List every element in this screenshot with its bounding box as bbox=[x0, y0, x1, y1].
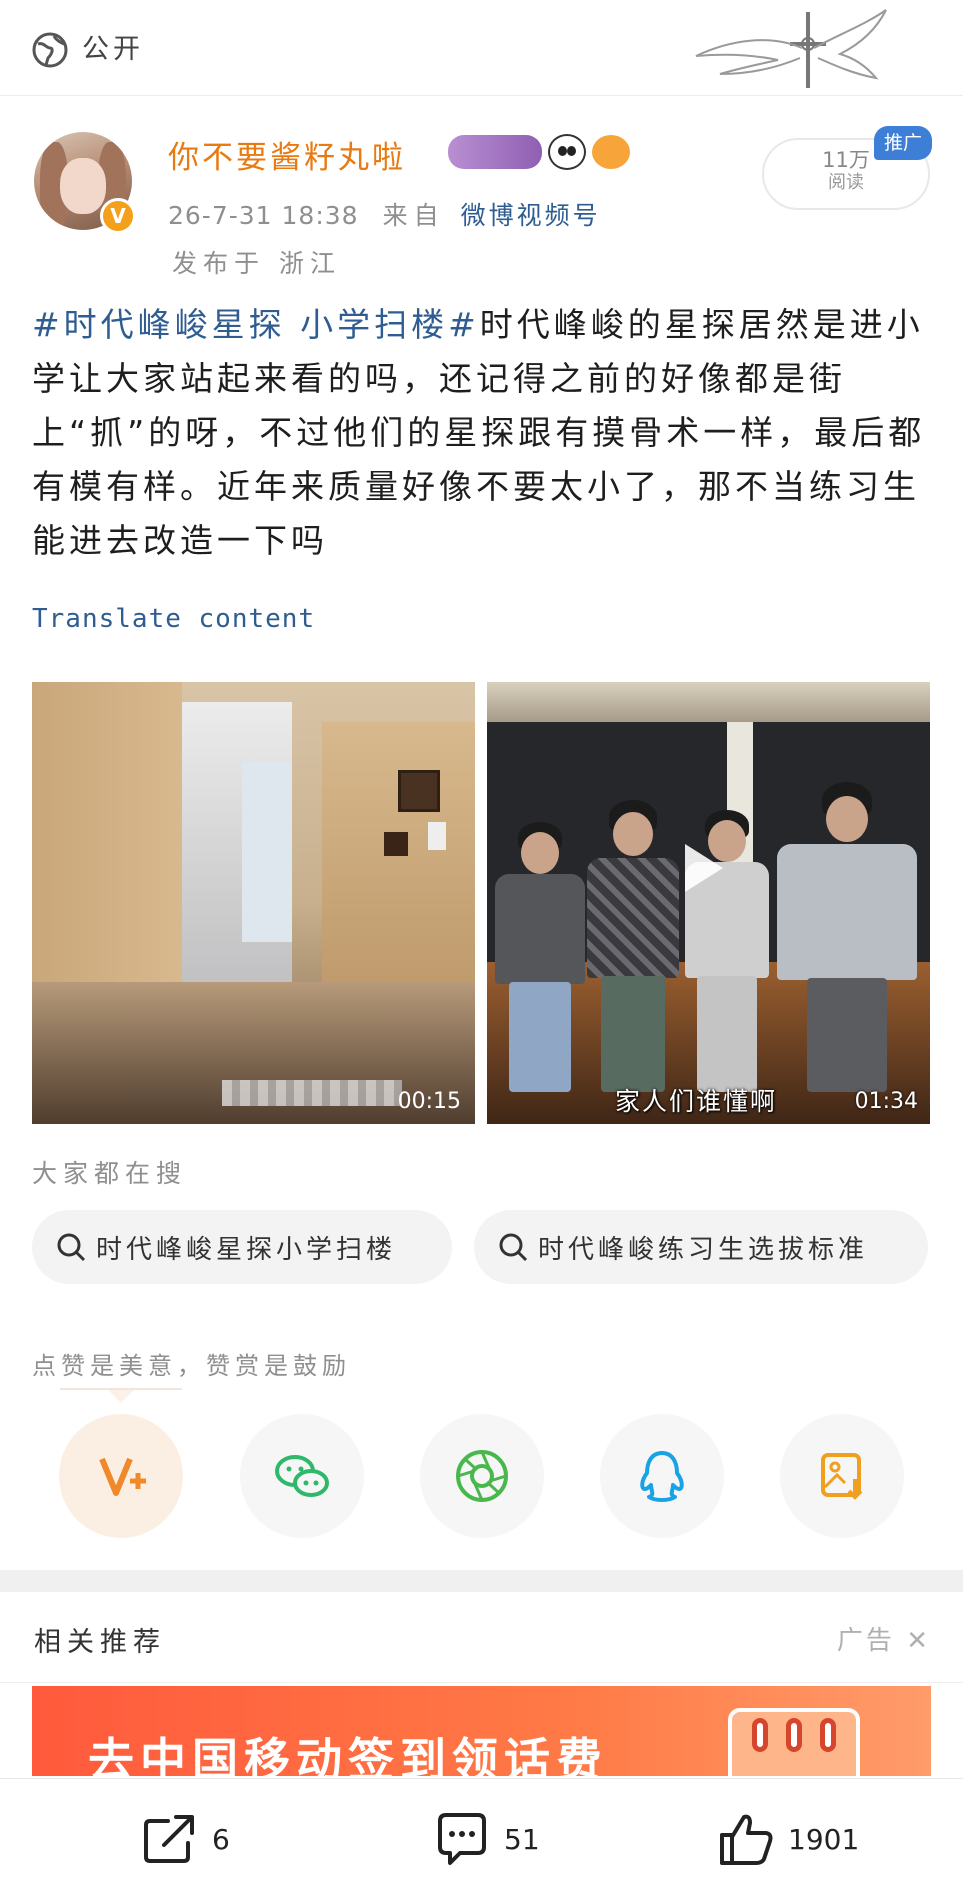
promo-tag: 推广 bbox=[874, 126, 932, 160]
moments-icon bbox=[456, 1450, 508, 1502]
trending-search-item[interactable]: 时代峰峻星探小学扫楼 bbox=[32, 1210, 452, 1284]
bottom-action-bar: 6 51 1901 bbox=[0, 1778, 963, 1893]
reward-v-icon bbox=[99, 1457, 146, 1496]
blurred-caption bbox=[222, 1080, 402, 1106]
share-moments-button[interactable] bbox=[420, 1414, 544, 1538]
like-count: 1901 bbox=[788, 1822, 860, 1856]
trending-search-item[interactable]: 时代峰峻练习生选拔标准 bbox=[474, 1210, 928, 1284]
trending-search-text: 时代峰峻星探小学扫楼 bbox=[96, 1234, 397, 1265]
trending-search-label: 大家都在搜 bbox=[32, 1159, 188, 1188]
reward-button[interactable] bbox=[59, 1414, 183, 1538]
calendar-icon bbox=[728, 1708, 860, 1776]
video-thumbnail-hallway[interactable]: 00:15 bbox=[32, 682, 475, 1124]
video-duration: 00:15 bbox=[397, 1089, 461, 1114]
ad-text: 去中国移动签到领话费 bbox=[88, 1733, 608, 1776]
related-title: 相关推荐 bbox=[34, 1627, 166, 1658]
verified-v-icon: V bbox=[100, 198, 136, 234]
thumbs-up-icon bbox=[720, 1814, 773, 1865]
comment-icon bbox=[438, 1813, 486, 1865]
search-icon bbox=[57, 1233, 86, 1262]
repost-icon bbox=[144, 1815, 194, 1863]
post-source[interactable]: 微博视频号 bbox=[461, 201, 601, 230]
repost-count: 6 bbox=[212, 1822, 230, 1856]
play-icon[interactable] bbox=[685, 844, 723, 892]
member-badge-icon bbox=[448, 135, 542, 169]
author-name[interactable]: 你不要酱籽丸啦 bbox=[168, 132, 406, 177]
close-icon[interactable]: ✕ bbox=[895, 1626, 931, 1656]
repost-button[interactable]: 6 bbox=[138, 1809, 230, 1869]
section-divider bbox=[0, 1570, 963, 1592]
qq-icon bbox=[640, 1451, 684, 1502]
post-meta: 26-7-31 18:38 来自 微博视频号 bbox=[168, 196, 601, 232]
comment-button[interactable]: 51 bbox=[430, 1809, 540, 1869]
video-subtitle: 家人们谁懂啊 bbox=[615, 1087, 778, 1116]
wechat-icon bbox=[275, 1455, 329, 1497]
ad-banner[interactable]: 去中国移动签到领话费 bbox=[32, 1686, 931, 1776]
read-label: 阅读 bbox=[828, 172, 864, 193]
reward-hint: 点赞是美意，赞赏是鼓励 bbox=[32, 1352, 351, 1380]
video-duration: 01:34 bbox=[854, 1089, 918, 1114]
globe-icon bbox=[32, 32, 68, 68]
translate-link[interactable]: Translate content bbox=[32, 604, 315, 634]
hashtag-link[interactable]: #时代峰峻星探 小学扫楼# bbox=[32, 305, 480, 344]
ad-close[interactable]: 广告 ✕ bbox=[837, 1620, 931, 1657]
panda-icon bbox=[548, 134, 586, 170]
share-wechat-button[interactable] bbox=[240, 1414, 364, 1538]
post-time: 26-7-31 18:38 bbox=[168, 201, 359, 230]
share-qq-button[interactable] bbox=[600, 1414, 724, 1538]
save-image-button[interactable] bbox=[780, 1414, 904, 1538]
top-bar: 公开 bbox=[0, 0, 963, 96]
search-icon bbox=[499, 1233, 528, 1262]
post-header: V 你不要酱籽丸啦 26-7-31 18:38 来自 微博视频号 发布于 浙江 11… bbox=[0, 96, 963, 286]
ad-label: 广告 bbox=[836, 1626, 895, 1656]
save-image-icon bbox=[821, 1453, 863, 1500]
winged-cross-decoration bbox=[695, 9, 887, 88]
name-badges bbox=[448, 134, 630, 170]
like-button[interactable]: 1901 bbox=[714, 1809, 859, 1869]
comment-count: 51 bbox=[504, 1822, 540, 1856]
visibility-label[interactable]: 公开 bbox=[82, 32, 144, 68]
post-body: #时代峰峻星探 小学扫楼#时代峰峻的星探居然是进小学让大家站起来看的吗，还记得之… bbox=[32, 298, 937, 568]
from-label: 来自 bbox=[382, 201, 445, 230]
pufferfish-icon bbox=[592, 135, 630, 169]
video-thumbnail-dance-studio[interactable]: 家人们谁懂啊 01:34 bbox=[487, 682, 930, 1124]
trending-search-text: 时代峰峻练习生选拔标准 bbox=[538, 1234, 869, 1265]
post-location: 发布于 浙江 bbox=[172, 249, 341, 278]
